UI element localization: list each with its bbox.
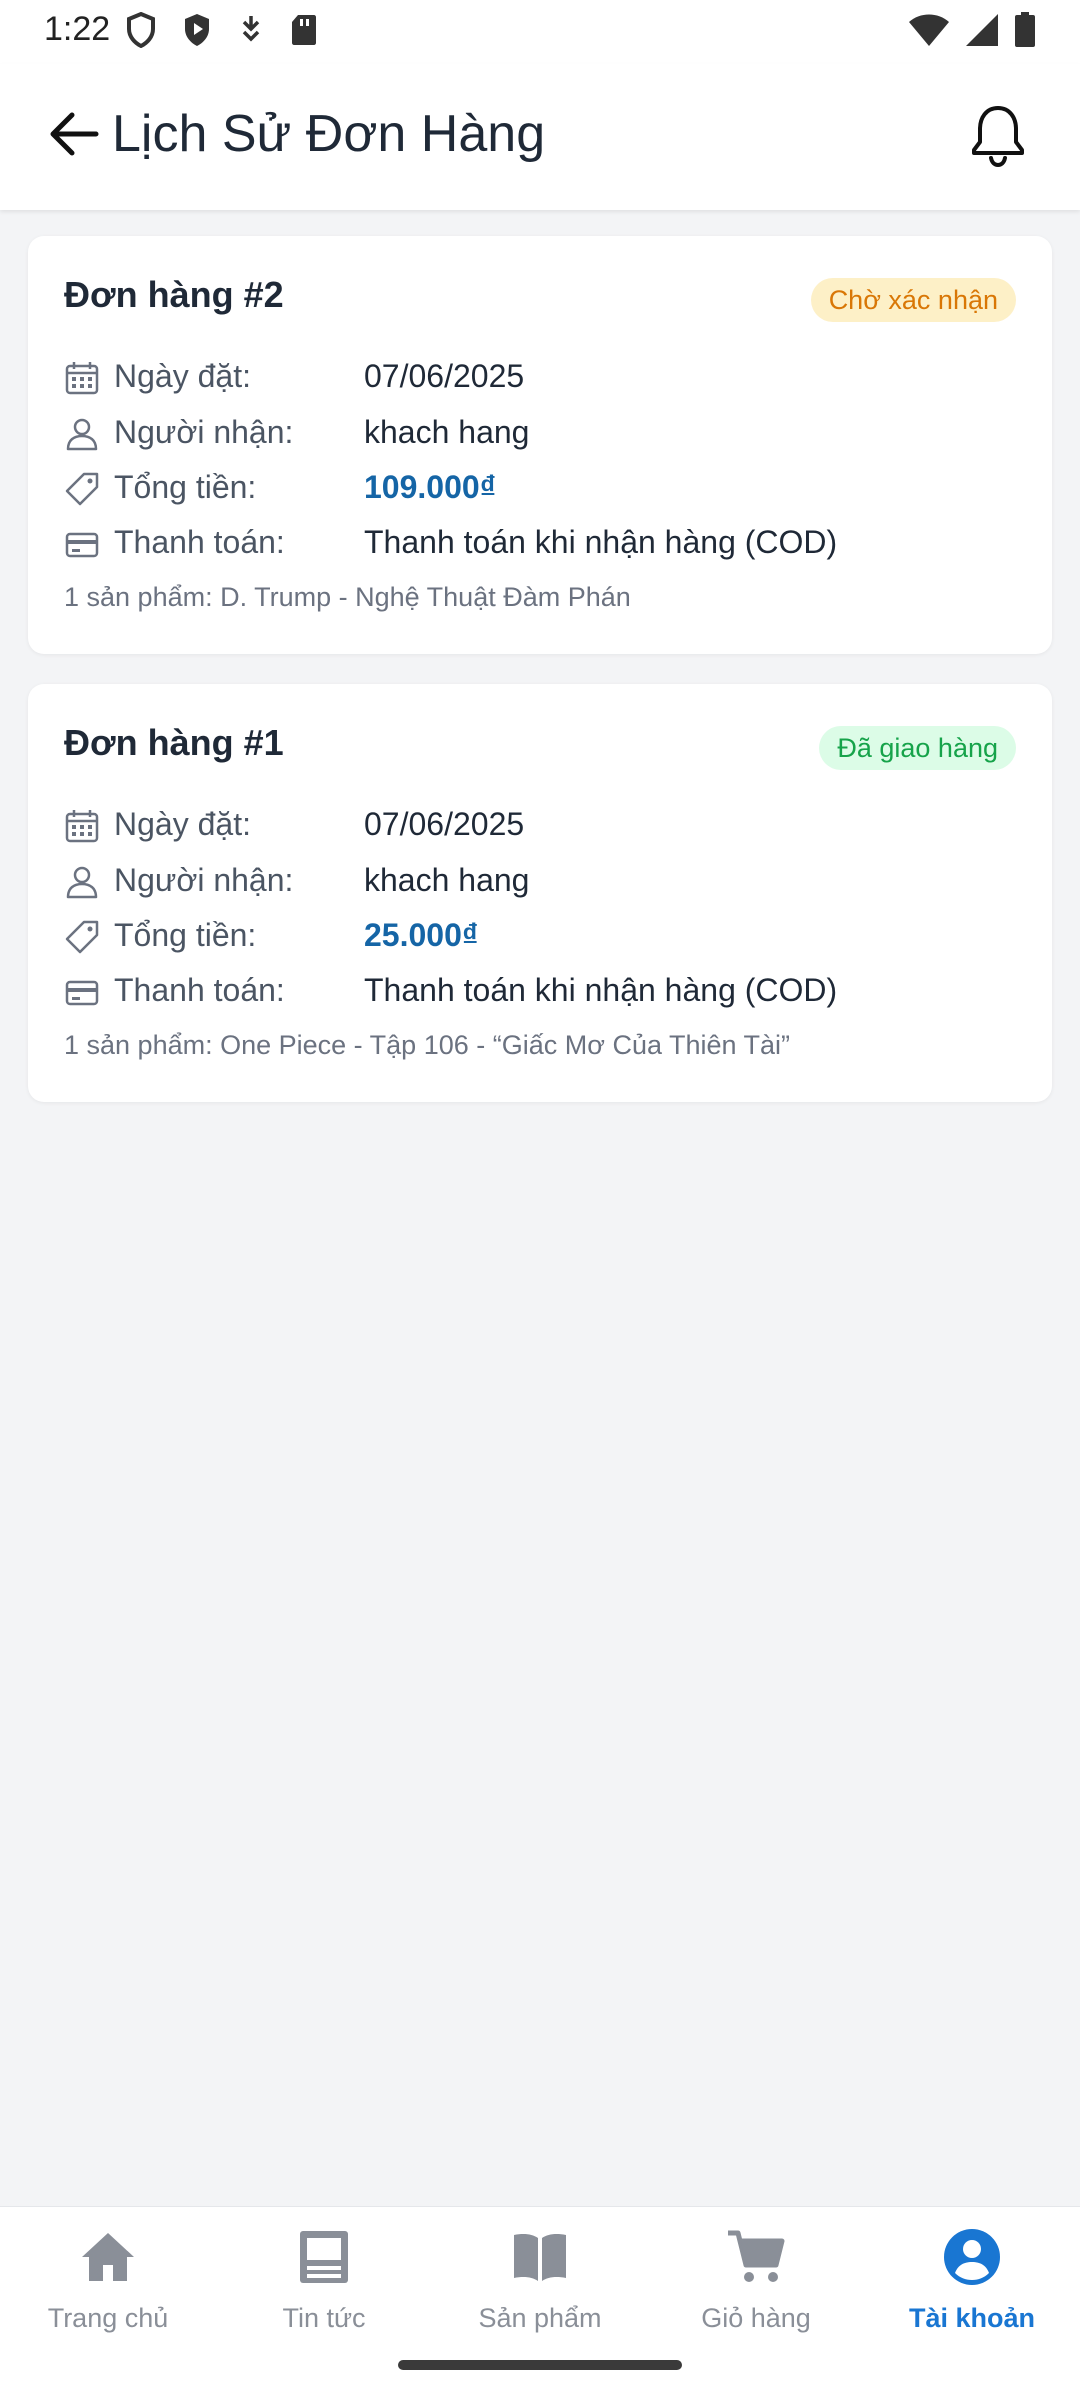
payment-label: Thanh toán: — [114, 972, 285, 1008]
credit-card-icon — [65, 532, 99, 558]
nav-item-home[interactable]: Trang chủ — [0, 2227, 216, 2347]
order-title: Đơn hàng #2 — [64, 274, 284, 315]
nav-label-home: Trang chủ — [47, 2303, 169, 2333]
status-icons-right — [908, 12, 1036, 48]
nav-item-products[interactable]: Sản phẩm — [432, 2227, 648, 2347]
credit-card-icon — [65, 980, 99, 1006]
calendar-icon — [65, 810, 99, 843]
recipient-row: Người nhận: khach hang — [64, 412, 1024, 456]
book-icon — [514, 2234, 566, 2281]
home-icon — [82, 2233, 134, 2281]
bottom-nav: Trang chủ Tin tức Sản phẩm Giỏ hàng Tài … — [0, 2206, 1080, 2401]
home-indicator[interactable] — [398, 2360, 682, 2370]
cart-icon — [728, 2230, 785, 2282]
nav-item-cart[interactable]: Giỏ hàng — [648, 2227, 864, 2347]
tag-icon — [65, 472, 99, 506]
user-icon — [66, 866, 98, 899]
total-row: Tổng tiền: 109.000₫ — [64, 467, 1024, 511]
page-title: Lịch Sử Đơn Hàng — [112, 105, 546, 163]
news-icon — [300, 2231, 348, 2283]
recipient-value: khach hang — [364, 414, 530, 450]
tag-icon — [65, 920, 99, 954]
status-bar: 1:22 — [0, 0, 1080, 64]
order-card[interactable]: Đơn hàng #2 Chờ xác nhận Ngày đặt: 07/06… — [28, 236, 1052, 654]
payment-value: Thanh toán khi nhận hàng (COD) — [364, 524, 838, 560]
nav-item-account[interactable]: Tài khoản — [864, 2227, 1080, 2347]
download-icon — [242, 16, 260, 42]
order-products: 1 sản phẩm: One Piece - Tập 106 - “Giấc … — [64, 1030, 791, 1060]
total-label: Tổng tiền: — [114, 917, 257, 953]
order-card[interactable]: Đơn hàng #1 Đã giao hàng Ngày đặt: 07/06… — [28, 684, 1052, 1102]
date-label: Ngày đặt: — [114, 806, 251, 842]
sd-card-icon — [292, 15, 316, 45]
account-icon — [944, 2229, 1000, 2285]
payment-value: Thanh toán khi nhận hàng (COD) — [364, 972, 838, 1008]
battery-icon — [1015, 12, 1035, 47]
nav-label-account: Tài khoản — [908, 2303, 1036, 2333]
nav-label-products: Sản phẩm — [478, 2303, 602, 2333]
status-icons-left — [126, 12, 318, 48]
date-value: 07/06/2025 — [364, 806, 525, 842]
nav-label-cart: Giỏ hàng — [701, 2303, 811, 2333]
payment-row: Thanh toán: Thanh toán khi nhận hàng (CO… — [64, 970, 1024, 1014]
date-value: 07/06/2025 — [364, 358, 525, 394]
bell-icon[interactable] — [966, 102, 1030, 168]
calendar-icon — [65, 362, 99, 395]
recipient-value: khach hang — [364, 862, 530, 898]
recipient-row: Người nhận: khach hang — [64, 860, 1024, 904]
shield-outline-icon — [127, 12, 155, 48]
app-bar: Lịch Sử Đơn Hàng — [0, 64, 1080, 210]
payment-label: Thanh toán: — [114, 524, 285, 560]
signal-icon — [966, 14, 998, 46]
total-row: Tổng tiền: 25.000₫ — [64, 915, 1024, 959]
order-date-row: Ngày đặt: 07/06/2025 — [64, 356, 1024, 400]
total-value: 109.000₫ — [364, 469, 497, 505]
payment-row: Thanh toán: Thanh toán khi nhận hàng (CO… — [64, 522, 1024, 566]
recipient-label: Người nhận: — [114, 414, 294, 450]
wifi-icon — [909, 14, 949, 46]
total-value: 25.000₫ — [364, 917, 479, 953]
nav-label-news: Tin tức — [282, 2303, 366, 2333]
status-time: 1:22 — [44, 10, 111, 48]
order-date-row: Ngày đặt: 07/06/2025 — [64, 804, 1024, 848]
back-arrow-icon[interactable] — [44, 104, 104, 164]
status-badge: Chờ xác nhận — [810, 278, 1016, 322]
date-label: Ngày đặt: — [114, 358, 251, 394]
total-label: Tổng tiền: — [114, 469, 257, 505]
nav-item-news[interactable]: Tin tức — [216, 2227, 432, 2347]
shield-play-icon — [185, 14, 209, 46]
user-icon — [66, 418, 98, 451]
order-title: Đơn hàng #1 — [64, 722, 284, 763]
status-badge: Đã giao hàng — [819, 726, 1016, 770]
order-products: 1 sản phẩm: D. Trump - Nghệ Thuật Đàm Ph… — [64, 582, 631, 612]
recipient-label: Người nhận: — [114, 862, 294, 898]
